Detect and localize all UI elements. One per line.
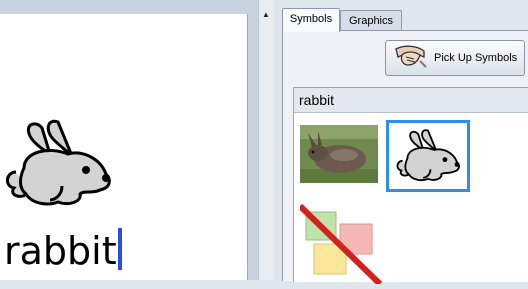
- pick-up-symbols-button[interactable]: Pick Up Symbols: [385, 40, 525, 76]
- symbols-tab-body: Pick Up Symbols rabbit: [282, 30, 528, 287]
- scroll-up-arrow-icon[interactable]: ▲: [260, 9, 272, 21]
- symbol-results: rabbit: [293, 87, 528, 287]
- document-text[interactable]: rabbit: [4, 226, 122, 276]
- tab-graphics[interactable]: Graphics: [340, 10, 402, 31]
- document-word: rabbit: [4, 229, 117, 273]
- text-caret: [117, 228, 122, 270]
- tab-symbols[interactable]: Symbols: [282, 8, 340, 32]
- rabbit-symbol[interactable]: [386, 120, 470, 192]
- document-page[interactable]: rabbit: [0, 14, 248, 280]
- document-area: rabbit: [0, 0, 258, 280]
- rabbit-photo[interactable]: [300, 125, 378, 183]
- symbols-panel: Symbols Graphics Pick Up Symbols rabbit: [274, 0, 528, 287]
- symbol-search-text[interactable]: rabbit: [294, 88, 528, 113]
- no-symbol-icon[interactable]: [297, 203, 390, 287]
- hand-pickup-icon: [394, 43, 428, 74]
- pick-up-symbols-label: Pick Up Symbols: [434, 52, 518, 64]
- rabbit-symbol-icon[interactable]: [2, 116, 114, 212]
- vertical-scrollbar[interactable]: ▲: [258, 0, 275, 280]
